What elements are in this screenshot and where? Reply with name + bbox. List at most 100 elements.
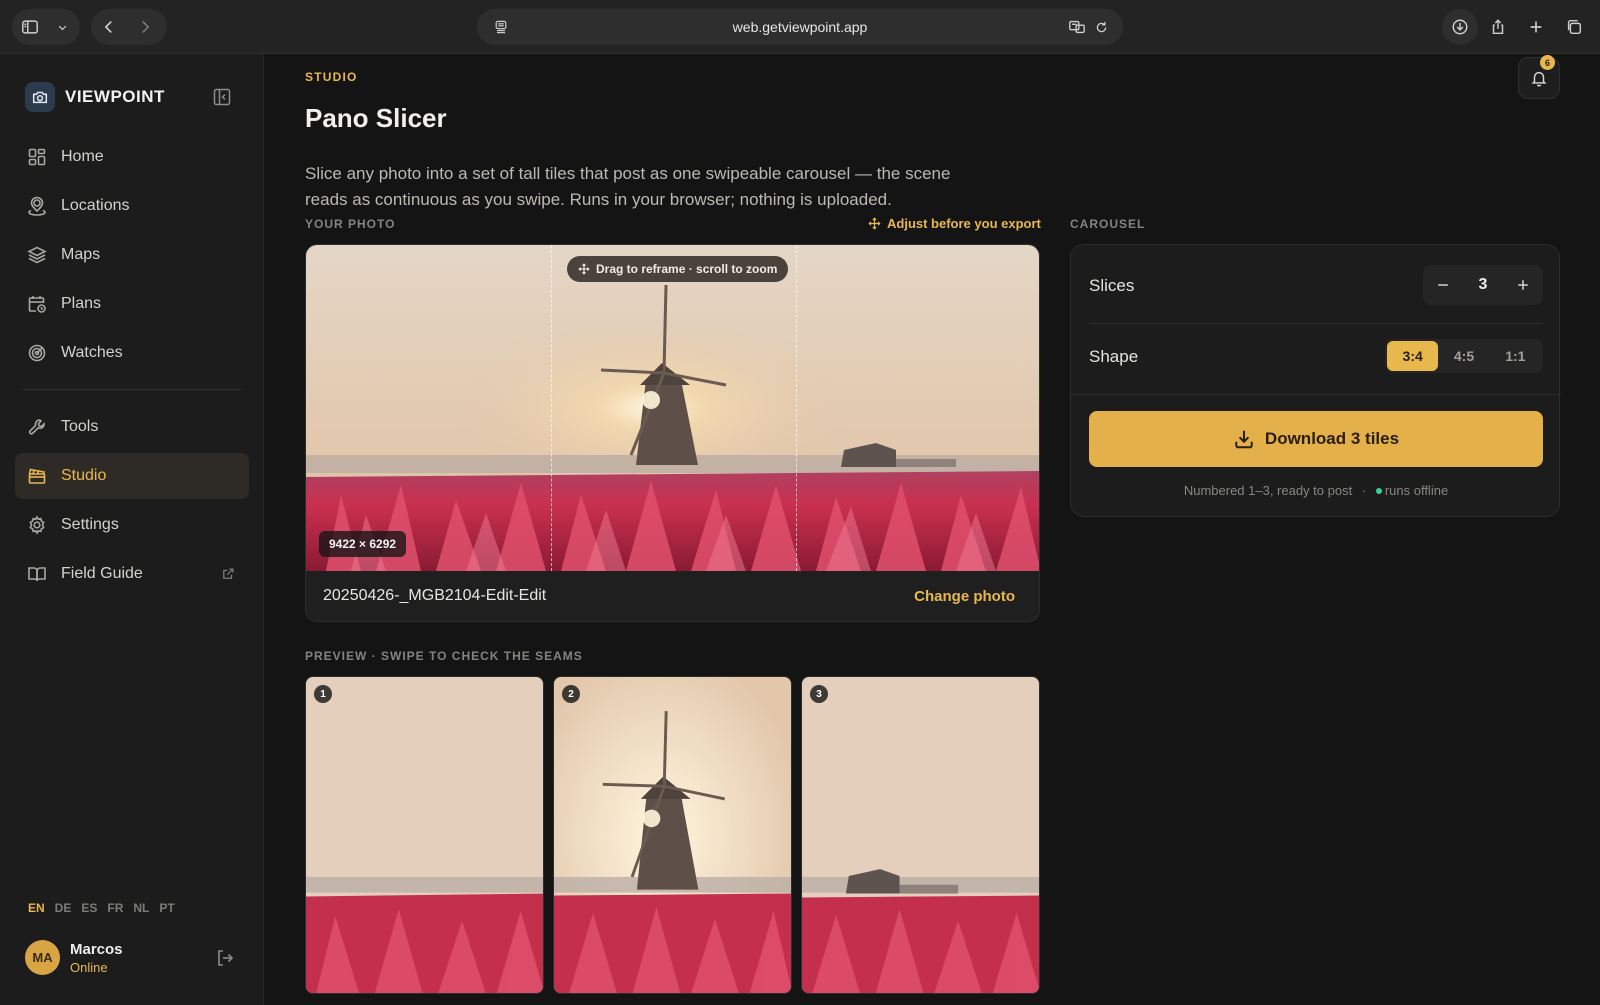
sidebar-item-label: Studio xyxy=(61,467,107,484)
page-description: Slice any photo into a set of tall tiles… xyxy=(305,164,951,209)
slices-value: 3 xyxy=(1478,276,1488,293)
photo-card: Drag to reframe · scroll to zoom 9422 × … xyxy=(305,244,1040,622)
panel-divider xyxy=(1071,394,1561,395)
nav-divider xyxy=(23,389,241,390)
tile-number: 3 xyxy=(810,685,828,703)
panorama-image xyxy=(306,245,1039,571)
lang-es[interactable]: ES xyxy=(81,901,97,915)
user-status: Online xyxy=(70,959,108,975)
forward-icon[interactable] xyxy=(127,9,163,45)
calendar-clock-icon xyxy=(28,296,46,313)
sidebar-item-home[interactable]: Home xyxy=(15,134,249,180)
sidebar-item-maps[interactable]: Maps xyxy=(15,232,249,278)
bell-icon xyxy=(1531,71,1547,87)
change-photo-button[interactable]: Change photo xyxy=(914,588,1015,605)
sidebar-item-settings[interactable]: Settings xyxy=(15,502,249,548)
slices-stepper: 3 xyxy=(1423,265,1543,305)
address-bar[interactable]: web.getviewpoint.app xyxy=(477,9,1123,45)
history-nav-group xyxy=(91,9,167,45)
carousel-panel: Slices 3 Shape 3:4 4:5 1:1 Download 3 ti… xyxy=(1070,244,1561,517)
reader-icon[interactable] xyxy=(483,9,519,45)
sidebar-item-watches[interactable]: Watches xyxy=(15,330,249,376)
grid-icon xyxy=(28,148,46,166)
avatar[interactable]: MA xyxy=(25,940,60,975)
main-nav: Home Locations Maps Plans Watches Tools … xyxy=(15,134,249,600)
camera-logo-icon xyxy=(25,82,55,112)
notifications-button[interactable]: 6 xyxy=(1518,55,1560,99)
sidebar-item-plans[interactable]: Plans xyxy=(15,281,249,327)
tile-number: 2 xyxy=(562,685,580,703)
tabs-overview-icon[interactable] xyxy=(1556,9,1592,45)
sidebar-item-studio[interactable]: Studio xyxy=(15,453,249,499)
shape-option-4-5[interactable]: 4:5 xyxy=(1438,341,1489,371)
sidebar-item-label: Locations xyxy=(61,197,130,214)
lang-pt[interactable]: PT xyxy=(159,901,174,915)
carousel-footnote: Numbered 1–3, ready to post · runs offli… xyxy=(1183,483,1449,498)
minus-icon xyxy=(1438,284,1448,286)
preview-tile-1[interactable]: 1 xyxy=(305,676,544,994)
chevron-down-icon[interactable] xyxy=(48,9,76,45)
preview-section-label: PREVIEW · SWIPE TO CHECK THE SEAMS xyxy=(305,649,583,663)
slice-seam-2[interactable] xyxy=(796,245,797,571)
logout-icon[interactable] xyxy=(215,948,235,968)
lang-nl[interactable]: NL xyxy=(133,901,149,915)
sidebar-item-label: Maps xyxy=(61,246,101,263)
sidebar-toggle-icon[interactable] xyxy=(12,9,48,45)
share-icon[interactable] xyxy=(1480,9,1516,45)
shape-option-1-1[interactable]: 1:1 xyxy=(1490,341,1541,371)
user-profile: MA Marcos Online xyxy=(25,940,235,975)
preview-tile-2[interactable]: 2 xyxy=(553,676,792,994)
clapperboard-icon xyxy=(28,468,46,484)
reload-icon[interactable] xyxy=(1083,9,1119,45)
lang-fr[interactable]: FR xyxy=(107,901,123,915)
sidebar-item-label: Tools xyxy=(61,418,99,435)
increment-button[interactable] xyxy=(1503,265,1543,305)
download-icon[interactable] xyxy=(1442,9,1478,45)
move-icon xyxy=(578,263,590,275)
shape-selector: 3:4 4:5 1:1 xyxy=(1385,339,1543,373)
sidebar-item-label: Settings xyxy=(61,516,119,533)
download-tiles-button[interactable]: Download 3 tiles xyxy=(1089,411,1543,467)
new-tab-icon[interactable] xyxy=(1518,9,1554,45)
sidebar-item-label: Watches xyxy=(61,344,123,361)
sidebar-toggle-group[interactable] xyxy=(12,9,80,45)
preview-tiles: 1 2 3 xyxy=(305,676,1040,996)
lang-de[interactable]: DE xyxy=(55,901,72,915)
drag-hint: Drag to reframe · scroll to zoom xyxy=(567,256,789,282)
sidebar-item-field-guide[interactable]: Field Guide xyxy=(15,551,249,597)
back-icon[interactable] xyxy=(91,9,127,45)
wrench-icon xyxy=(28,419,45,435)
carousel-section-label: CAROUSEL xyxy=(1070,217,1146,231)
tile-image-3 xyxy=(802,677,1039,993)
url-text: web.getviewpoint.app xyxy=(732,19,868,35)
language-switcher: EN DE ES FR NL PT xyxy=(28,901,175,915)
collapse-sidebar-icon[interactable] xyxy=(212,87,232,107)
tile-image-2 xyxy=(554,677,791,993)
page-title: Pano Slicer xyxy=(305,103,447,133)
radar-icon xyxy=(28,344,46,362)
plus-icon xyxy=(1518,280,1528,290)
sidebar-item-label: Plans xyxy=(61,295,102,312)
photo-canvas[interactable]: Drag to reframe · scroll to zoom 9422 × … xyxy=(306,245,1039,571)
download-icon xyxy=(1235,430,1253,449)
sidebar-item-locations[interactable]: Locations xyxy=(15,183,249,229)
preview-tile-3[interactable]: 3 xyxy=(801,676,1040,994)
brand-name: VIEWPOINT xyxy=(65,87,165,106)
sidebar-item-label: Home xyxy=(61,148,104,165)
book-icon xyxy=(28,567,46,582)
lang-en[interactable]: EN xyxy=(28,901,45,915)
sidebar-item-tools[interactable]: Tools xyxy=(15,404,249,450)
slice-seam-1[interactable] xyxy=(551,245,552,571)
brand[interactable]: VIEWPOINT xyxy=(25,82,165,112)
shape-label: Shape xyxy=(1089,347,1139,366)
tile-number: 1 xyxy=(314,685,332,703)
sidebar-item-label: Field Guide xyxy=(61,565,143,582)
move-icon xyxy=(868,217,881,230)
adjust-hint: Adjust before you export xyxy=(868,216,1041,231)
tile-image-1 xyxy=(306,677,543,993)
photo-section-label: YOUR PHOTO xyxy=(305,217,396,231)
browser-toolbar: web.getviewpoint.app xyxy=(0,0,1600,54)
shape-option-3-4[interactable]: 3:4 xyxy=(1387,341,1439,371)
decrement-button[interactable] xyxy=(1423,265,1463,305)
panel-divider xyxy=(1089,323,1543,324)
